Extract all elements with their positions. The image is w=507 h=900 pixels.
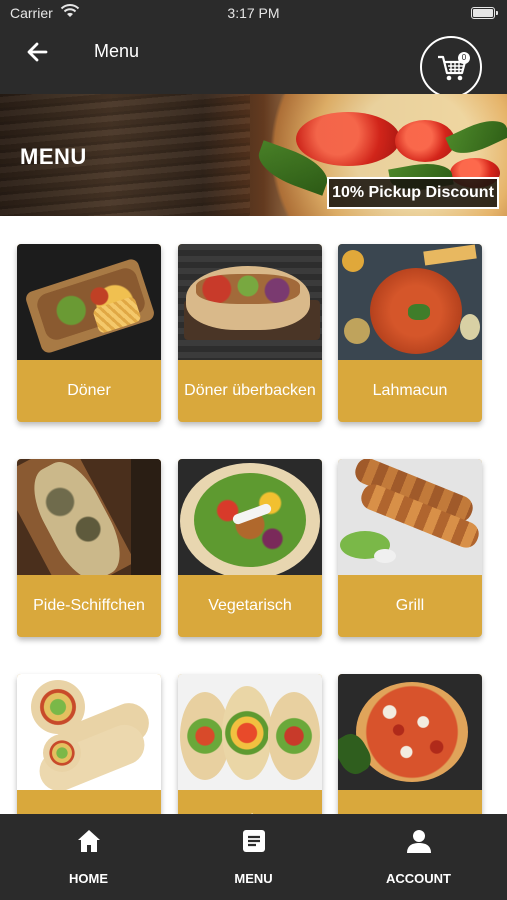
category-card-lahmacun[interactable]: Lahmacun bbox=[338, 244, 482, 422]
tab-home[interactable]: HOME bbox=[4, 814, 173, 900]
nav-title: Menu bbox=[94, 41, 140, 61]
cart-count-badge: 0 bbox=[458, 52, 470, 64]
pizza-image bbox=[338, 674, 482, 790]
pickup-discount-badge: 10% Pickup Discount bbox=[327, 177, 499, 209]
battery-icon bbox=[471, 7, 498, 19]
doener-image bbox=[17, 244, 161, 360]
category-label bbox=[17, 790, 161, 814]
category-label: Mexican bbox=[178, 790, 322, 814]
menu-list-icon bbox=[243, 830, 265, 852]
hero-banner: MENU 10% Pickup Discount bbox=[0, 94, 507, 216]
category-label: Vegetarisch bbox=[208, 597, 292, 614]
category-label: Döner bbox=[67, 382, 111, 399]
pide-image bbox=[17, 459, 161, 575]
category-card-pizza[interactable] bbox=[338, 674, 482, 814]
category-card-grill[interactable]: Grill bbox=[338, 459, 482, 637]
vegetarisch-image bbox=[178, 459, 322, 575]
category-card-doener-ueberbacken[interactable]: Döner überbacken bbox=[178, 244, 322, 422]
back-button[interactable] bbox=[24, 38, 56, 66]
grill-image bbox=[338, 459, 482, 575]
status-time: 3:17 PM bbox=[227, 5, 280, 21]
nav-bar: Menu 0 bbox=[0, 26, 507, 98]
tab-menu[interactable]: MENU bbox=[169, 814, 338, 900]
tab-menu-label: MENU bbox=[234, 871, 273, 886]
lahmacun-image bbox=[338, 244, 482, 360]
category-label: Döner überbacken bbox=[184, 382, 316, 399]
category-label: Pide-Schiffchen bbox=[33, 597, 145, 614]
wrap-image bbox=[17, 674, 161, 790]
status-bar: Carrier 3:17 PM bbox=[0, 0, 507, 26]
cart-button[interactable]: 0 bbox=[420, 36, 482, 98]
category-card-pide-schiffchen[interactable]: Pide-Schiffchen bbox=[17, 459, 161, 637]
category-label: Grill bbox=[395, 597, 425, 614]
doener-ueberbacken-image bbox=[178, 244, 322, 360]
account-icon bbox=[407, 830, 431, 853]
category-card-mexican[interactable]: Mexican bbox=[178, 674, 322, 814]
category-card-vegetarisch[interactable]: Vegetarisch bbox=[178, 459, 322, 637]
home-icon bbox=[78, 830, 100, 852]
category-grid: Döner Döner überbacken Lahmacun Pide-Sch… bbox=[0, 216, 507, 814]
tab-account[interactable]: ACCOUNT bbox=[334, 814, 503, 900]
bottom-tab-bar: HOME MENU ACCOUNT bbox=[0, 814, 507, 900]
category-label bbox=[338, 790, 482, 814]
mexican-image bbox=[178, 674, 322, 790]
category-card-doener[interactable]: Döner bbox=[17, 244, 161, 422]
arrow-left-icon bbox=[27, 42, 48, 62]
tab-account-label: ACCOUNT bbox=[386, 871, 451, 886]
category-card-wraps[interactable] bbox=[17, 674, 161, 814]
tab-home-label: HOME bbox=[69, 871, 108, 886]
category-label: Lahmacun bbox=[372, 382, 448, 399]
hero-title: MENU bbox=[20, 144, 87, 169]
